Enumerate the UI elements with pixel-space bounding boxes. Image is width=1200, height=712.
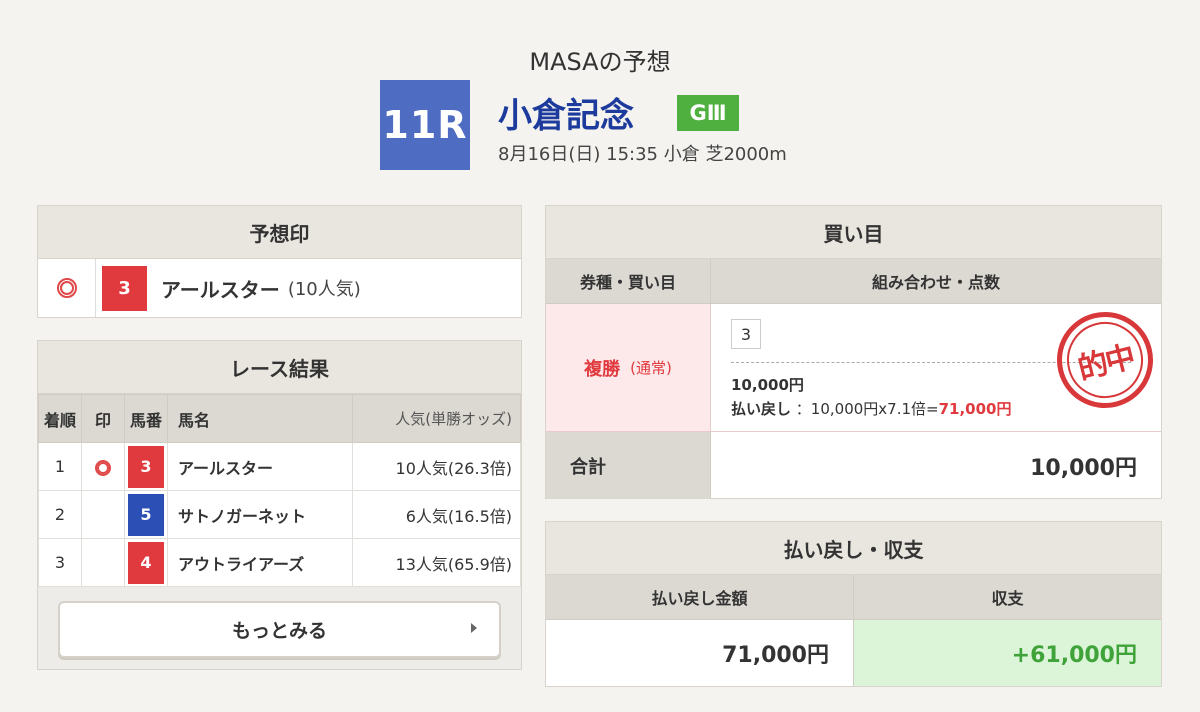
- race-name: 小倉記念: [498, 96, 634, 136]
- bet-detail-cell: 3 10,000円 払い戻し ：10,000円x7.1倍=71,000円 的中: [711, 301, 1164, 432]
- payout-subheader: 払い戻し金額 収支: [546, 575, 1161, 620]
- bet-payout-label: 払い戻し: [731, 400, 792, 418]
- table-row: 2 5 サトノガーネット 6人気(16.5倍): [38, 490, 521, 539]
- horse-number-badge: 3: [128, 445, 164, 488]
- bet-payout-formula: ：10,000円x7.1倍=: [795, 400, 939, 418]
- bet-amount: 10,000円: [731, 376, 804, 394]
- result-horse-name[interactable]: アールスター: [166, 442, 354, 491]
- table-header-row: 着順 印 馬番 馬名 人気(単勝オッズ): [38, 394, 521, 443]
- more-button-label: もっとみる: [231, 620, 327, 642]
- column-header-mark: 印: [81, 394, 125, 443]
- result-mark-cell: [81, 538, 125, 587]
- column-header-popularity: 人気(単勝オッズ): [352, 394, 521, 443]
- result-number-cell: 5: [124, 490, 168, 539]
- race-info: 8月16日(日) 15:35 小倉 芝2000m: [498, 144, 787, 165]
- bet-total-label: 合計: [546, 432, 711, 499]
- race-result-title: レース結果: [38, 341, 521, 394]
- horse-number-badge: 4: [128, 541, 164, 584]
- double-circle-icon: [56, 278, 77, 298]
- prediction-horse-number: 3: [102, 265, 147, 311]
- bet-payout-result: 71,000円: [938, 400, 1012, 418]
- prediction-popularity: (10人気): [287, 279, 361, 300]
- prediction-panel: 予想印 3 アールスター (10人気): [37, 205, 522, 318]
- bet-payout-line: 払い戻し ：10,000円x7.1倍=71,000円: [731, 398, 1011, 419]
- table-row: 3 4 アウトライアーズ 13人気(65.9倍): [38, 538, 521, 587]
- bet-column-combo: 組み合わせ・点数: [871, 273, 1000, 292]
- result-popularity: 6人気(16.5倍): [352, 490, 521, 539]
- column-header-rank: 着順: [38, 394, 82, 443]
- bet-type-cell: 複勝 (通常): [546, 304, 711, 432]
- bet-row: 複勝 (通常) 3 10,000円 払い戻し ：10,000円x7.1倍=71,…: [546, 301, 1164, 432]
- prediction-mark-cell: [38, 259, 96, 317]
- result-horse-name[interactable]: サトノガーネット: [166, 490, 354, 539]
- result-rank: 3: [38, 538, 82, 587]
- payout-panel-title: 払い戻し・収支: [546, 522, 1161, 575]
- bet-panel: 買い目 券種・買い目 組み合わせ・点数 複勝 (通常) 3 10,000円 払い…: [545, 205, 1164, 499]
- result-number-cell: 4: [124, 538, 168, 587]
- result-rank: 2: [38, 490, 82, 539]
- result-horse-name[interactable]: アウトライアーズ: [166, 538, 354, 587]
- grade-badge: GⅢ: [677, 95, 739, 131]
- result-popularity: 13人気(65.9倍): [352, 538, 521, 587]
- prediction-horse-name[interactable]: アールスター: [161, 274, 280, 303]
- result-popularity: 10人気(26.3倍): [352, 442, 521, 491]
- bet-combination: 3: [731, 319, 761, 349]
- bet-total-value: 10,000円: [1030, 455, 1137, 481]
- payout-column-amount: 払い戻し金額: [546, 575, 854, 619]
- hit-stamp-icon: 的中: [1046, 301, 1164, 419]
- payout-balance: +61,000円: [854, 620, 1161, 686]
- race-number-badge: 11R: [380, 80, 470, 170]
- result-mark-cell: [81, 442, 125, 491]
- hit-stamp-text: 的中: [1058, 313, 1152, 407]
- horse-number-badge: 5: [128, 493, 164, 536]
- bet-panel-title: 買い目: [546, 206, 1161, 259]
- race-result-panel: レース結果 着順 印 馬番 馬名 人気(単勝オッズ) 1 3 アールスター 10人気(…: [37, 340, 522, 670]
- result-rank: 1: [38, 442, 82, 491]
- prediction-row: 3 アールスター (10人気): [38, 259, 521, 317]
- result-number-cell: 3: [124, 442, 168, 491]
- payout-amount: 71,000円: [546, 620, 854, 686]
- bet-column-type: 券種・買い目: [546, 259, 711, 303]
- bet-type: 複勝: [584, 358, 621, 380]
- bet-subtype: (通常): [630, 359, 672, 377]
- column-header-name: 馬名: [166, 394, 354, 443]
- prediction-panel-title: 予想印: [38, 206, 521, 259]
- double-circle-icon: [95, 459, 111, 476]
- page-subtitle: MASAの予想: [529, 48, 671, 76]
- chevron-right-icon: [471, 623, 477, 633]
- more-button[interactable]: もっとみる: [58, 601, 501, 658]
- payout-row: 71,000円 +61,000円: [546, 620, 1161, 686]
- result-mark-cell: [81, 490, 125, 539]
- payout-column-balance: 収支: [991, 589, 1024, 608]
- payout-panel: 払い戻し・収支 払い戻し金額 収支 71,000円 +61,000円: [545, 521, 1162, 687]
- race-result-table: 着順 印 馬番 馬名 人気(単勝オッズ) 1 3 アールスター 10人気(26.3倍)…: [38, 394, 521, 587]
- table-row: 1 3 アールスター 10人気(26.3倍): [38, 442, 521, 491]
- bet-total-row: 合計 10,000円: [546, 432, 1161, 499]
- bet-subheader: 券種・買い目 組み合わせ・点数: [546, 259, 1161, 304]
- column-header-number: 馬番: [124, 394, 168, 443]
